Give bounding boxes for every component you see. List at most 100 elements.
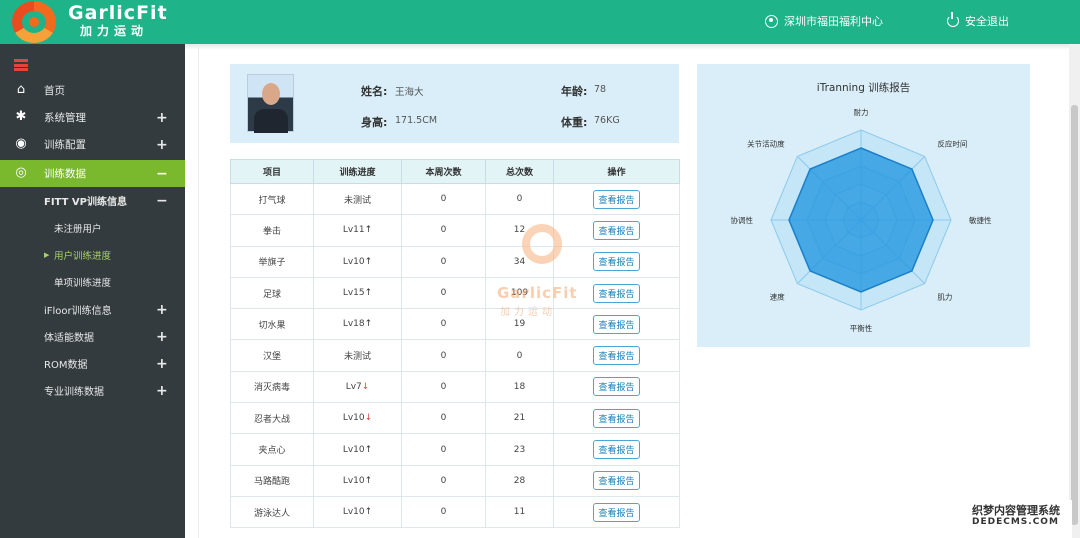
sidebar-item-home[interactable]: ⌂ 首页	[0, 77, 185, 104]
sidebar-sub-user-progress[interactable]: ▶ 用户训练进度	[0, 241, 185, 268]
user-avatar	[247, 74, 294, 133]
total-count-cell: 34	[485, 245, 554, 278]
table-row: 游泳达人 Lv10↑ 0 11 查看报告	[230, 495, 680, 529]
sidebar-sub-fitt[interactable]: FITT VP训练信息 −	[0, 187, 185, 214]
trend-arrow-icon: ↓	[361, 381, 370, 392]
sidebar-item-label: 首页	[44, 85, 65, 97]
progress-cell: Lv10↑	[313, 245, 402, 278]
column-header: 操作	[553, 159, 680, 184]
table-row: 切水果 Lv18↑ 0 19 查看报告	[230, 308, 680, 341]
trend-arrow-icon: ↓	[364, 413, 373, 424]
table-row: 忍者大战 Lv10↓ 0 21 查看报告	[230, 402, 680, 435]
radar-axis-label: 肌力	[937, 291, 952, 301]
progress-value: Lv10	[342, 413, 365, 424]
trend-arrow-icon: ↑	[364, 475, 373, 486]
radar-axis-label: 平衡性	[850, 323, 873, 333]
sidebar-sub-label: FITT VP训练信息	[44, 197, 127, 208]
sidebar-sub-label: 用户训练进度	[54, 250, 112, 262]
content-divider	[198, 44, 199, 538]
progress-value: Lv11	[342, 225, 365, 236]
progress-value: Lv10	[342, 444, 365, 455]
view-report-button[interactable]: 查看报告	[593, 408, 640, 428]
location-link[interactable]: 深圳市福田福利中心	[765, 13, 883, 29]
sidebar-sub-item-progress[interactable]: 单项训练进度	[0, 268, 185, 295]
action-cell: 查看报告	[553, 214, 680, 247]
sidebar-item-training-data[interactable]: ◎ 训练数据 −	[0, 160, 185, 187]
sidebar-sub-unregistered[interactable]: 未注册用户	[0, 214, 185, 241]
week-count-cell: 0	[401, 214, 486, 247]
sidebar-sub-label: 专业训练数据	[44, 387, 104, 398]
name-value: 王海大	[395, 87, 424, 98]
action-cell: 查看报告	[553, 276, 680, 310]
view-report-button[interactable]: 查看报告	[593, 440, 640, 460]
week-count-cell: 0	[401, 495, 486, 529]
view-report-button[interactable]: 查看报告	[593, 502, 640, 522]
sidebar-sub-pro[interactable]: 专业训练数据 +	[0, 377, 185, 404]
trend-arrow-icon: ↑	[364, 444, 373, 455]
garlicfit-logo-icon[interactable]	[12, 1, 56, 43]
current-arrow-icon: ▶	[44, 250, 50, 259]
total-count-cell: 12	[485, 214, 554, 247]
progress-cell: Lv18↑	[313, 308, 402, 341]
radar-axis-label: 协调性	[731, 215, 754, 225]
scrollbar-thumb[interactable]	[1071, 105, 1078, 525]
table-row: 打气球 未测试 0 0 查看报告	[230, 182, 680, 216]
item-cell: 消灭病毒	[230, 370, 314, 404]
column-header: 本周次数	[401, 159, 486, 184]
total-count-cell: 19	[485, 308, 554, 341]
view-report-button[interactable]: 查看报告	[593, 471, 640, 491]
week-count-cell: 0	[401, 339, 486, 372]
collapse-icon: −	[156, 165, 168, 182]
week-count-cell: 0	[401, 370, 486, 404]
sidebar-sub-label: 未注册用户	[54, 223, 102, 235]
logout-link[interactable]: 安全退出	[947, 12, 1009, 29]
sidebar-sub-rom[interactable]: ROM数据 +	[0, 350, 185, 377]
trend-arrow-icon: ↑	[364, 507, 373, 518]
radar-axis-label: 敏捷性	[969, 215, 992, 225]
view-report-button[interactable]: 查看报告	[593, 220, 640, 240]
total-count-cell: 21	[485, 402, 554, 435]
logo-subtext: 加力运动	[80, 24, 149, 38]
progress-cell: 未测试	[313, 339, 402, 372]
name-label: 姓名:	[361, 85, 388, 98]
site-watermark-line1: 织梦内容管理系统	[972, 504, 1060, 517]
trend-arrow-icon: ↑	[364, 319, 373, 330]
view-report-button[interactable]: 查看报告	[593, 283, 640, 303]
height-label: 身高:	[361, 116, 388, 129]
collapse-icon: −	[156, 192, 168, 209]
table-row: 夹点心 Lv10↑ 0 23 查看报告	[230, 433, 680, 466]
progress-cell: Lv7↓	[313, 370, 402, 404]
view-report-button[interactable]: 查看报告	[593, 252, 640, 272]
sidebar-sub-label: 单项训练进度	[54, 277, 112, 289]
sidebar-item-training-config[interactable]: ◉ 训练配置 +	[0, 131, 185, 158]
trend-arrow-icon: ↑	[364, 256, 373, 267]
item-cell: 拳击	[230, 214, 314, 247]
view-report-button[interactable]: 查看报告	[593, 314, 640, 334]
radar-axis-label: 速度	[770, 291, 785, 301]
profile-card	[230, 64, 679, 143]
sidebar-item-system[interactable]: ✱ 系统管理 +	[0, 104, 185, 131]
column-header: 训练进度	[313, 159, 402, 184]
table-row: 马路酷跑 Lv10↑ 0 28 查看报告	[230, 464, 680, 497]
item-cell: 马路酷跑	[230, 464, 314, 497]
total-count-cell: 28	[485, 464, 554, 497]
menu-toggle-icon[interactable]	[14, 59, 28, 71]
item-cell: 游泳达人	[230, 495, 314, 529]
week-count-cell: 0	[401, 182, 486, 216]
action-cell: 查看报告	[553, 464, 680, 497]
trend-arrow-icon: ↑	[364, 288, 373, 299]
action-cell: 查看报告	[553, 339, 680, 372]
view-report-button[interactable]: 查看报告	[593, 346, 640, 366]
power-icon	[947, 12, 959, 27]
sidebar-sub-ifloor[interactable]: iFloor训练信息 +	[0, 296, 185, 323]
action-cell: 查看报告	[553, 308, 680, 341]
user-circle-icon	[765, 14, 778, 28]
radar-axis-label: 耐力	[854, 107, 869, 117]
sidebar-sub-fitness[interactable]: 体适能数据 +	[0, 323, 185, 350]
progress-value: Lv10	[342, 475, 365, 486]
sidebar-item-label: 训练数据	[44, 168, 86, 180]
weight-value: 76KG	[594, 115, 620, 126]
progress-value: Lv15	[342, 288, 365, 299]
view-report-button[interactable]: 查看报告	[593, 377, 640, 397]
view-report-button[interactable]: 查看报告	[593, 189, 640, 209]
